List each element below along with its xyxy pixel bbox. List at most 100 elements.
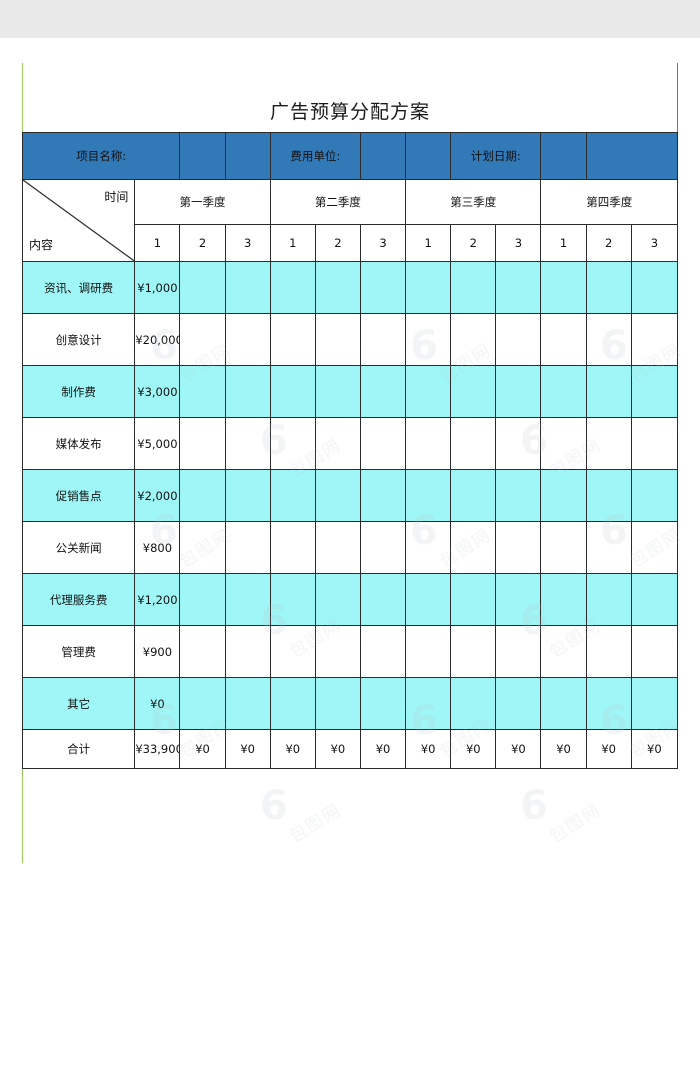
total-cell-c11[interactable]: ¥0 bbox=[630, 729, 679, 769]
cell-r6-c9[interactable] bbox=[540, 573, 587, 626]
cell-r7-c10[interactable] bbox=[585, 625, 632, 678]
cell-r7-c9[interactable] bbox=[540, 625, 587, 678]
total-cell-c5[interactable]: ¥0 bbox=[359, 729, 407, 769]
cell-r4-c4[interactable] bbox=[314, 469, 361, 522]
cell-r5-c6[interactable] bbox=[405, 521, 452, 574]
cell-r4-c6[interactable] bbox=[405, 469, 452, 522]
cell-r0-c8[interactable] bbox=[495, 261, 542, 314]
total-cell-c10[interactable]: ¥0 bbox=[585, 729, 632, 769]
cell-r1-c9[interactable] bbox=[540, 313, 587, 366]
cell-r2-c0[interactable]: ¥3,000 bbox=[134, 365, 181, 418]
cell-r6-c11[interactable] bbox=[630, 573, 679, 626]
cell-r0-c4[interactable] bbox=[314, 261, 361, 314]
total-cell-c4[interactable]: ¥0 bbox=[314, 729, 361, 769]
info-blank-cell[interactable] bbox=[540, 132, 587, 180]
cell-r0-c11[interactable] bbox=[630, 261, 679, 314]
cell-r7-c4[interactable] bbox=[314, 625, 361, 678]
cell-r0-c9[interactable] bbox=[540, 261, 587, 314]
cell-r5-c3[interactable] bbox=[269, 521, 316, 574]
cell-r0-c5[interactable] bbox=[359, 261, 407, 314]
cell-r4-c1[interactable] bbox=[179, 469, 226, 522]
cell-r7-c0[interactable]: ¥900 bbox=[134, 625, 181, 678]
cell-r1-c1[interactable] bbox=[179, 313, 226, 366]
cell-r0-c1[interactable] bbox=[179, 261, 226, 314]
cell-r2-c8[interactable] bbox=[495, 365, 542, 418]
cell-r3-c9[interactable] bbox=[540, 417, 587, 470]
row-label-7[interactable]: 管理费 bbox=[21, 625, 136, 678]
cell-r6-c7[interactable] bbox=[450, 573, 497, 626]
cell-r0-c7[interactable] bbox=[450, 261, 497, 314]
plan-date-label[interactable]: 计划日期: bbox=[450, 132, 542, 180]
cell-r6-c2[interactable] bbox=[224, 573, 271, 626]
cell-r8-c11[interactable] bbox=[630, 677, 679, 730]
cell-r3-c5[interactable] bbox=[359, 417, 407, 470]
cell-r0-c2[interactable] bbox=[224, 261, 271, 314]
cell-r5-c0[interactable]: ¥800 bbox=[134, 521, 181, 574]
cell-r8-c10[interactable] bbox=[585, 677, 632, 730]
total-cell-c8[interactable]: ¥0 bbox=[495, 729, 542, 769]
cell-r3-c4[interactable] bbox=[314, 417, 361, 470]
cell-r0-c3[interactable] bbox=[269, 261, 316, 314]
cell-r5-c4[interactable] bbox=[314, 521, 361, 574]
row-label-3[interactable]: 媒体发布 bbox=[21, 417, 136, 470]
row-label-5[interactable]: 公关新闻 bbox=[21, 521, 136, 574]
cell-r8-c9[interactable] bbox=[540, 677, 587, 730]
cell-r4-c11[interactable] bbox=[630, 469, 679, 522]
cell-r5-c5[interactable] bbox=[359, 521, 407, 574]
cell-r5-c7[interactable] bbox=[450, 521, 497, 574]
info-blank-cell[interactable] bbox=[585, 132, 679, 180]
total-cell-c6[interactable]: ¥0 bbox=[405, 729, 452, 769]
cell-r7-c3[interactable] bbox=[269, 625, 316, 678]
row-label-6[interactable]: 代理服务费 bbox=[21, 573, 136, 626]
total-cell-c2[interactable]: ¥0 bbox=[224, 729, 271, 769]
cell-r1-c7[interactable] bbox=[450, 313, 497, 366]
cell-r3-c3[interactable] bbox=[269, 417, 316, 470]
cell-r6-c8[interactable] bbox=[495, 573, 542, 626]
cell-r6-c4[interactable] bbox=[314, 573, 361, 626]
info-blank-cell[interactable] bbox=[179, 132, 226, 180]
cost-unit-label[interactable]: 费用单位: bbox=[269, 132, 361, 180]
cell-r1-c5[interactable] bbox=[359, 313, 407, 366]
cell-r8-c0[interactable]: ¥0 bbox=[134, 677, 181, 730]
cell-r3-c0[interactable]: ¥5,000 bbox=[134, 417, 181, 470]
cell-r8-c6[interactable] bbox=[405, 677, 452, 730]
row-label-8[interactable]: 其它 bbox=[21, 677, 136, 730]
cell-r3-c8[interactable] bbox=[495, 417, 542, 470]
row-label-2[interactable]: 制作费 bbox=[21, 365, 136, 418]
cell-r6-c1[interactable] bbox=[179, 573, 226, 626]
total-cell-c0[interactable]: ¥33,900 bbox=[134, 729, 181, 769]
cell-r4-c9[interactable] bbox=[540, 469, 587, 522]
cell-r1-c0[interactable]: ¥20,000 bbox=[134, 313, 181, 366]
cell-r1-c6[interactable] bbox=[405, 313, 452, 366]
cell-r6-c3[interactable] bbox=[269, 573, 316, 626]
total-cell-c1[interactable]: ¥0 bbox=[179, 729, 226, 769]
cell-r3-c10[interactable] bbox=[585, 417, 632, 470]
cell-r4-c3[interactable] bbox=[269, 469, 316, 522]
row-label-0[interactable]: 资讯、调研费 bbox=[21, 261, 136, 314]
cell-r7-c5[interactable] bbox=[359, 625, 407, 678]
cell-r6-c6[interactable] bbox=[405, 573, 452, 626]
cell-r6-c10[interactable] bbox=[585, 573, 632, 626]
cell-r2-c7[interactable] bbox=[450, 365, 497, 418]
cell-r1-c4[interactable] bbox=[314, 313, 361, 366]
info-blank-cell[interactable] bbox=[405, 132, 452, 180]
cell-r0-c6[interactable] bbox=[405, 261, 452, 314]
cell-r5-c10[interactable] bbox=[585, 521, 632, 574]
cell-r8-c7[interactable] bbox=[450, 677, 497, 730]
info-blank-cell[interactable] bbox=[359, 132, 407, 180]
cell-r8-c2[interactable] bbox=[224, 677, 271, 730]
total-cell-c7[interactable]: ¥0 bbox=[450, 729, 497, 769]
cell-r2-c4[interactable] bbox=[314, 365, 361, 418]
cell-r2-c5[interactable] bbox=[359, 365, 407, 418]
cell-r3-c1[interactable] bbox=[179, 417, 226, 470]
row-label-4[interactable]: 促销售点 bbox=[21, 469, 136, 522]
cell-r4-c2[interactable] bbox=[224, 469, 271, 522]
cell-r2-c10[interactable] bbox=[585, 365, 632, 418]
cell-r3-c2[interactable] bbox=[224, 417, 271, 470]
cell-r4-c5[interactable] bbox=[359, 469, 407, 522]
info-blank-cell[interactable] bbox=[224, 132, 271, 180]
cell-r4-c0[interactable]: ¥2,000 bbox=[134, 469, 181, 522]
cell-r7-c6[interactable] bbox=[405, 625, 452, 678]
cell-r7-c1[interactable] bbox=[179, 625, 226, 678]
cell-r5-c9[interactable] bbox=[540, 521, 587, 574]
